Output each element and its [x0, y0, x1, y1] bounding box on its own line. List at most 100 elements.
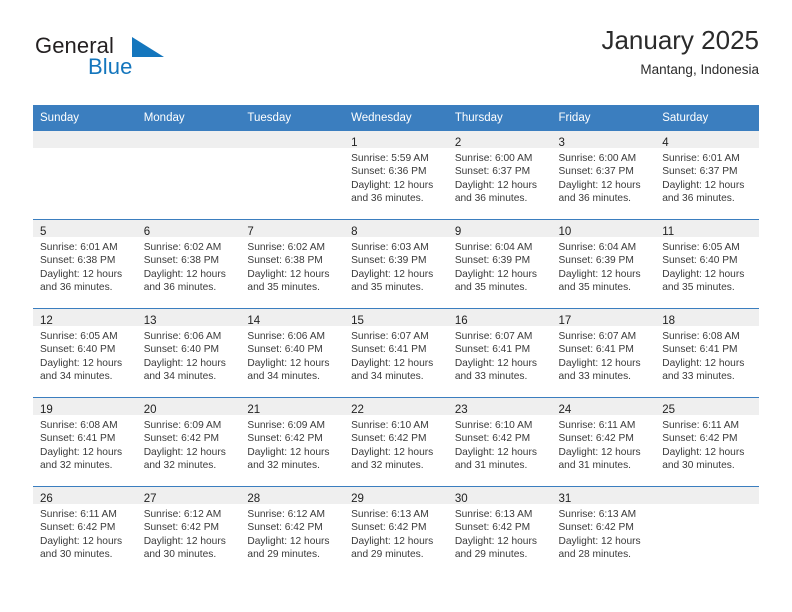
day-number-band: 29: [344, 487, 448, 505]
calendar-day-cell[interactable]: 11 Sunrise: 6:05 AM Sunset: 6:40 PM Dayligh…: [655, 219, 759, 309]
weekday-header-monday: Monday: [136, 105, 241, 131]
day-cell-details: Sunrise: 6:12 AM Sunset: 6:42 PM Daylight:…: [137, 504, 241, 562]
day-detail-line: Sunrise: 6:07 AM: [351, 331, 429, 342]
calendar-week-row: 12 Sunrise: 6:05 AM Sunset: 6:40 PM Dayligh…: [33, 308, 759, 398]
triangle-logo-mark-icon: [132, 37, 164, 57]
day-detail-line: Sunset: 6:42 PM: [558, 522, 634, 534]
calendar-day-cell[interactable]: 29 Sunrise: 6:13 AM Sunset: 6:42 PM Dayligh…: [344, 486, 448, 575]
weekday-header-thursday: Thursday: [447, 105, 552, 131]
calendar-day-cell[interactable]: 5 Sunrise: 6:01 AM Sunset: 6:38 PM Daylight…: [33, 219, 137, 309]
day-detail-line: and 32 minutes.: [247, 460, 320, 472]
day-cell-details: Sunrise: 6:04 AM Sunset: 6:39 PM Daylight:…: [448, 237, 552, 295]
day-number-band: 9: [447, 220, 552, 238]
weekday-header-row: Sunday Monday Tuesday Wednesday Thursday…: [33, 105, 759, 131]
day-number: 23: [454, 404, 468, 416]
calendar-day-cell[interactable]: 7 Sunrise: 6:02 AM Sunset: 6:38 PM Daylight…: [240, 219, 345, 309]
calendar-day-cell[interactable]: 17 Sunrise: 6:07 AM Sunset: 6:41 PM Dayligh…: [551, 308, 656, 398]
day-detail-line: Sunrise: 6:13 AM: [351, 509, 429, 520]
day-number-band: 18: [655, 309, 759, 327]
calendar-day-cell[interactable]: 18 Sunrise: 6:08 AM Sunset: 6:41 PM Dayligh…: [655, 308, 759, 398]
day-detail-line: and 36 minutes.: [40, 282, 113, 294]
brand-name-blue: Blue: [88, 54, 133, 79]
day-detail-line: Daylight: 12 hours: [454, 446, 537, 458]
day-number-band: 30: [447, 487, 552, 505]
calendar-day-cell[interactable]: 14 Sunrise: 6:06 AM Sunset: 6:40 PM Dayligh…: [240, 308, 345, 398]
calendar-day-cell[interactable]: 27 Sunrise: 6:12 AM Sunset: 6:42 PM Dayligh…: [136, 486, 241, 575]
calendar-week-row: 1 Sunrise: 5:59 AM Sunset: 6:36 PM Daylight…: [33, 131, 759, 220]
day-detail-line: Sunset: 6:41 PM: [662, 344, 738, 356]
day-number: 19: [40, 404, 53, 416]
calendar-day-cell[interactable]: 12 Sunrise: 6:05 AM Sunset: 6:40 PM Dayligh…: [33, 308, 137, 398]
day-number: 1: [351, 137, 358, 149]
day-cell-details: Sunrise: 6:06 AM Sunset: 6:40 PM Daylight:…: [240, 326, 344, 384]
day-detail-line: Sunset: 6:37 PM: [662, 166, 738, 178]
calendar-day-cell[interactable]: 10 Sunrise: 6:04 AM Sunset: 6:39 PM Dayligh…: [551, 219, 656, 309]
day-detail-line: Sunset: 6:41 PM: [40, 433, 116, 445]
day-cell-details: Sunrise: 6:05 AM Sunset: 6:40 PM Daylight:…: [655, 237, 759, 295]
calendar-day-cell[interactable]: 19 Sunrise: 6:08 AM Sunset: 6:41 PM Dayligh…: [33, 397, 137, 487]
day-cell-details: Sunrise: 6:11 AM Sunset: 6:42 PM Daylight:…: [33, 504, 137, 562]
day-number-band: 26: [33, 487, 137, 505]
calendar-day-cell[interactable]: 28 Sunrise: 6:12 AM Sunset: 6:42 PM Dayligh…: [240, 486, 345, 575]
day-detail-line: Sunrise: 6:02 AM: [247, 242, 325, 253]
calendar-day-cell[interactable]: 1 Sunrise: 5:59 AM Sunset: 6:36 PM Daylight…: [344, 131, 448, 220]
day-cell-details: Sunrise: 6:13 AM Sunset: 6:42 PM Daylight:…: [448, 504, 552, 562]
calendar-day-cell-empty: [655, 486, 759, 575]
calendar-day-cell[interactable]: 31 Sunrise: 6:13 AM Sunset: 6:42 PM Dayligh…: [551, 486, 656, 575]
brand-logo[interactable]: General Blue: [33, 34, 233, 90]
calendar-day-cell[interactable]: 21 Sunrise: 6:09 AM Sunset: 6:42 PM Dayligh…: [240, 397, 345, 487]
day-detail-line: and 32 minutes.: [143, 460, 217, 472]
day-number: 8: [351, 226, 358, 238]
day-cell-details: Sunrise: 6:10 AM Sunset: 6:42 PM Daylight:…: [344, 415, 448, 473]
day-detail-line: Sunset: 6:40 PM: [662, 255, 738, 267]
day-cell-details: Sunrise: 6:11 AM Sunset: 6:42 PM Daylight:…: [552, 415, 656, 473]
calendar-day-cell[interactable]: 25 Sunrise: 6:11 AM Sunset: 6:42 PM Dayligh…: [655, 397, 759, 487]
calendar-day-cell[interactable]: 6 Sunrise: 6:02 AM Sunset: 6:38 PM Daylight…: [136, 219, 241, 309]
day-number-band: [136, 131, 241, 148]
day-number: 20: [143, 404, 157, 416]
day-detail-line: Sunset: 6:37 PM: [454, 166, 531, 178]
day-number-band: 21: [240, 398, 345, 416]
calendar-day-cell[interactable]: 9 Sunrise: 6:04 AM Sunset: 6:39 PM Daylight…: [447, 219, 552, 309]
calendar-day-cell[interactable]: 26 Sunrise: 6:11 AM Sunset: 6:42 PM Dayligh…: [33, 486, 137, 575]
day-detail-line: Daylight: 12 hours: [351, 535, 434, 547]
day-detail-line: Sunset: 6:37 PM: [558, 166, 634, 178]
day-detail-line: Sunrise: 6:10 AM: [454, 420, 533, 431]
day-detail-line: and 29 minutes.: [454, 549, 528, 561]
day-detail-line: Sunset: 6:41 PM: [351, 344, 427, 356]
day-cell-details: Sunrise: 5:59 AM Sunset: 6:36 PM Daylight:…: [344, 148, 448, 206]
day-detail-line: Daylight: 12 hours: [247, 446, 330, 458]
day-detail-line: Daylight: 12 hours: [662, 357, 745, 369]
calendar-day-cell[interactable]: 8 Sunrise: 6:03 AM Sunset: 6:39 PM Daylight…: [344, 219, 448, 309]
calendar-day-cell[interactable]: 20 Sunrise: 6:09 AM Sunset: 6:42 PM Dayligh…: [136, 397, 241, 487]
day-detail-line: and 34 minutes.: [143, 371, 217, 383]
calendar-day-cell[interactable]: 3 Sunrise: 6:00 AM Sunset: 6:37 PM Daylight…: [551, 131, 656, 220]
day-number: 12: [40, 315, 53, 327]
calendar-day-cell[interactable]: 13 Sunrise: 6:06 AM Sunset: 6:40 PM Dayligh…: [136, 308, 241, 398]
calendar-day-cell[interactable]: 23 Sunrise: 6:10 AM Sunset: 6:42 PM Dayligh…: [447, 397, 552, 487]
day-number-band: 15: [344, 309, 448, 327]
calendar-day-cell[interactable]: 30 Sunrise: 6:13 AM Sunset: 6:42 PM Dayligh…: [447, 486, 552, 575]
calendar-day-cell[interactable]: 16 Sunrise: 6:07 AM Sunset: 6:41 PM Dayligh…: [447, 308, 552, 398]
calendar-day-cell[interactable]: 15 Sunrise: 6:07 AM Sunset: 6:41 PM Dayligh…: [344, 308, 448, 398]
calendar-day-cell[interactable]: 22 Sunrise: 6:10 AM Sunset: 6:42 PM Dayligh…: [344, 397, 448, 487]
day-cell-details: Sunrise: 6:11 AM Sunset: 6:42 PM Daylight:…: [655, 415, 759, 473]
day-detail-line: Sunset: 6:42 PM: [662, 433, 738, 445]
day-detail-line: Sunset: 6:42 PM: [351, 433, 427, 445]
day-detail-line: Sunrise: 6:06 AM: [143, 331, 222, 342]
calendar-day-cell[interactable]: 4 Sunrise: 6:01 AM Sunset: 6:37 PM Daylight…: [655, 131, 759, 220]
day-number: 28: [247, 493, 261, 505]
calendar-header-row: Sunday Monday Tuesday Wednesday Thursday…: [33, 105, 759, 131]
day-number-band: 1: [344, 131, 448, 149]
day-detail-line: Sunrise: 6:02 AM: [143, 242, 222, 253]
day-number: 7: [247, 226, 254, 238]
day-detail-line: and 33 minutes.: [662, 371, 735, 383]
calendar-day-cell[interactable]: 2 Sunrise: 6:00 AM Sunset: 6:37 PM Daylight…: [447, 131, 552, 220]
day-detail-line: and 33 minutes.: [454, 371, 528, 383]
page-title: January 2025: [601, 25, 759, 55]
calendar-day-cell[interactable]: 24 Sunrise: 6:11 AM Sunset: 6:42 PM Dayligh…: [551, 397, 656, 487]
day-number: 2: [454, 137, 462, 149]
day-detail-line: Daylight: 12 hours: [454, 535, 537, 547]
day-number: 29: [351, 493, 364, 505]
day-detail-line: Daylight: 12 hours: [143, 357, 226, 369]
